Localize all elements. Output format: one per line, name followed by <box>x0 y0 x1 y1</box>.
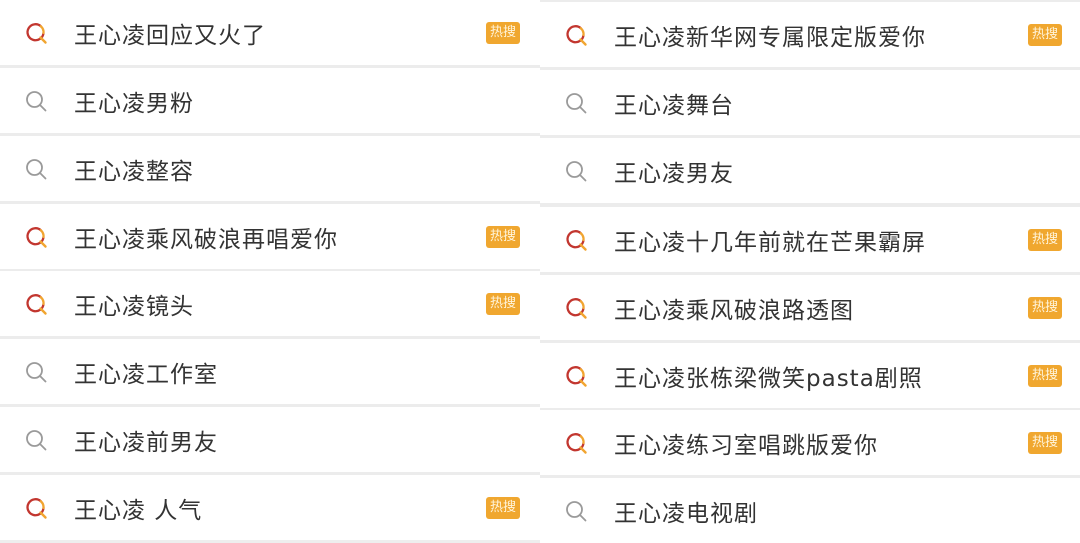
suggestion-label: 王心凌男粉 <box>74 90 194 117</box>
suggestion-item[interactable]: 王心凌回应又火了 热搜 <box>0 0 540 65</box>
suggestion-label: 王心凌回应又火了 <box>74 22 266 49</box>
hot-badge: 热搜 <box>1028 23 1062 46</box>
search-icon <box>26 90 47 111</box>
suggestion-label: 王心凌镜头 <box>74 293 194 320</box>
hot-search-icon <box>566 24 587 46</box>
suggestion-item[interactable]: 王心凌张栋梁微笑pasta剧照 热搜 <box>540 343 1080 408</box>
suggestion-item[interactable]: 王心凌乘风破浪路透图 热搜 <box>540 275 1080 340</box>
suggestion-label: 王心凌 人气 <box>74 497 203 524</box>
suggestion-label: 王心凌电视剧 <box>614 500 758 527</box>
hot-badge: 热搜 <box>1028 364 1062 387</box>
hot-badge: 热搜 <box>486 292 520 315</box>
suggestion-label: 王心凌工作室 <box>74 361 218 388</box>
hot-search-icon <box>566 229 587 251</box>
suggestion-item[interactable]: 王心凌新华网专属限定版爱你 热搜 <box>540 2 1080 67</box>
suggestion-label: 王心凌新华网专属限定版爱你 <box>614 24 926 51</box>
suggestion-item[interactable]: 王心凌工作室 <box>0 339 540 404</box>
suggestion-label: 王心凌乘风破浪再唱爱你 <box>74 226 338 253</box>
suggestion-item[interactable]: 王心凌练习室唱跳版爱你 热搜 <box>540 410 1080 475</box>
suggestion-label: 王心凌整容 <box>74 158 194 185</box>
search-icon <box>26 429 47 450</box>
suggestion-item[interactable]: 王心凌镜头 热搜 <box>0 271 540 336</box>
hot-search-icon <box>566 432 587 454</box>
hot-search-icon <box>26 293 47 315</box>
suggestion-item[interactable]: 王心凌 人气 热搜 <box>0 475 540 540</box>
suggestion-item[interactable]: 王心凌乘风破浪再唱爱你 热搜 <box>0 204 540 269</box>
suggestion-item[interactable]: 王心凌男粉 <box>0 68 540 133</box>
hot-search-icon <box>26 226 47 248</box>
suggestion-label: 王心凌十几年前就在芒果霸屏 <box>614 229 926 256</box>
suggestion-item[interactable]: 王心凌男友 <box>540 138 1080 203</box>
suggestion-item[interactable]: 王心凌整容 <box>0 136 540 201</box>
suggestion-item[interactable]: 王心凌前男友 <box>0 407 540 472</box>
hot-badge: 热搜 <box>486 21 520 44</box>
hot-badge: 热搜 <box>1028 296 1062 319</box>
hot-search-icon <box>566 297 587 319</box>
suggestion-label: 王心凌舞台 <box>614 92 734 119</box>
hot-search-icon <box>26 22 47 44</box>
left-suggestion-column: 王心凌回应又火了 热搜 王心凌男粉 王心凌整容 王心凌乘风破浪再唱爱你 热搜 王心凌镜头 热搜… <box>0 0 540 540</box>
search-icon <box>26 361 47 382</box>
suggestion-label: 王心凌男友 <box>614 160 734 187</box>
hot-badge: 热搜 <box>486 496 520 519</box>
search-icon <box>26 158 47 179</box>
hot-search-icon <box>566 365 587 387</box>
suggestion-label: 王心凌张栋梁微笑pasta剧照 <box>614 365 923 392</box>
search-icon <box>566 500 587 521</box>
suggestion-label: 王心凌练习室唱跳版爱你 <box>614 432 878 459</box>
suggestion-item[interactable]: 王心凌舞台 <box>540 70 1080 135</box>
hot-badge: 热搜 <box>486 225 520 248</box>
search-icon <box>566 160 587 181</box>
suggestion-item[interactable]: 王心凌电视剧 <box>540 478 1080 543</box>
hot-badge: 热搜 <box>1028 228 1062 251</box>
right-suggestion-column: 王心凌新华网专属限定版爱你 热搜 王心凌舞台 王心凌男友 王心凌十几年前就在芒果霸屏 热搜… <box>540 0 1080 543</box>
hot-search-icon <box>26 497 47 519</box>
hot-badge: 热搜 <box>1028 431 1062 454</box>
suggestion-label: 王心凌乘风破浪路透图 <box>614 297 854 324</box>
search-suggestions-screen: 王心凌回应又火了 热搜 王心凌男粉 王心凌整容 王心凌乘风破浪再唱爱你 热搜 王心凌镜头 热搜… <box>0 0 1080 543</box>
suggestion-label: 王心凌前男友 <box>74 429 218 456</box>
suggestion-item[interactable]: 王心凌十几年前就在芒果霸屏 热搜 <box>540 207 1080 272</box>
search-icon <box>566 92 587 113</box>
